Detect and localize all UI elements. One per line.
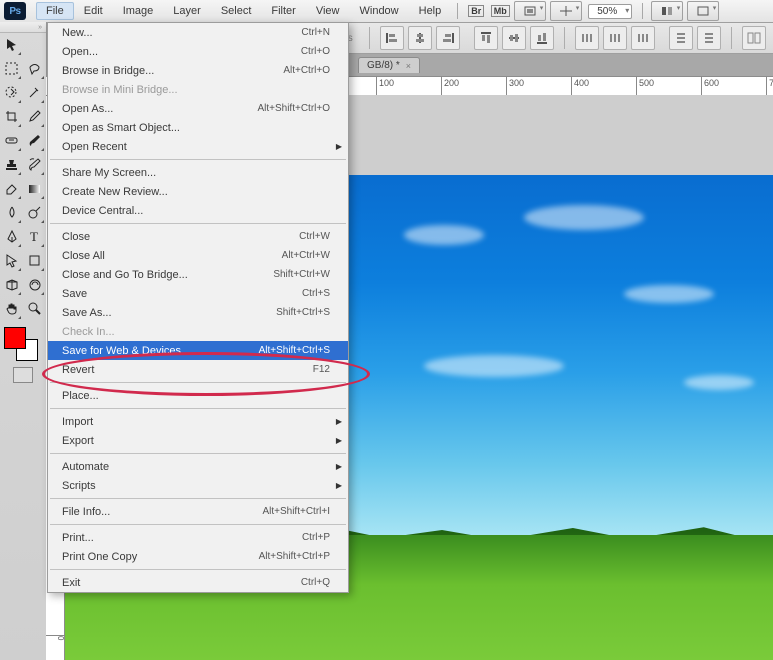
zoom-level[interactable]: 50% <box>588 4 632 19</box>
brush-tool-icon[interactable] <box>23 129 46 153</box>
healing-tool-icon[interactable] <box>0 129 23 153</box>
file-menu-dropdown: New...Ctrl+N Open...Ctrl+O Browse in Bri… <box>47 22 349 593</box>
menu-item-new[interactable]: New...Ctrl+N <box>48 23 348 42</box>
separator <box>642 3 643 19</box>
tools-panel-grip[interactable]: » <box>0 22 46 33</box>
photoshop-window: Ps File Edit Image Layer Select Filter V… <box>0 0 773 660</box>
app-logo: Ps <box>4 2 26 20</box>
color-swatches[interactable] <box>4 327 38 361</box>
close-tab-icon[interactable]: × <box>406 61 411 71</box>
menu-item-save[interactable]: SaveCtrl+S <box>48 284 348 303</box>
align-left-icon[interactable] <box>380 26 404 50</box>
menu-item-save-for-web[interactable]: Save for Web & Devices...Alt+Shift+Ctrl+… <box>48 341 348 360</box>
menu-file[interactable]: File <box>36 2 74 20</box>
menu-item-check-in[interactable]: Check In... <box>48 322 348 341</box>
distribute-top-icon[interactable] <box>669 26 693 50</box>
move-tool-icon[interactable] <box>0 33 23 57</box>
eraser-tool-icon[interactable] <box>0 177 23 201</box>
menu-item-close-all[interactable]: Close AllAlt+Ctrl+W <box>48 246 348 265</box>
menu-item-browse-minibridge[interactable]: Browse in Mini Bridge... <box>48 80 348 99</box>
align-top-icon[interactable] <box>474 26 498 50</box>
menu-item-open-as[interactable]: Open As...Alt+Shift+Ctrl+O <box>48 99 348 118</box>
screenmode-dropdown[interactable] <box>687 1 719 21</box>
align-bottom-icon[interactable] <box>530 26 554 50</box>
align-hcenter-icon[interactable] <box>408 26 432 50</box>
minibridge-icon[interactable]: Mb <box>489 1 511 21</box>
menu-filter[interactable]: Filter <box>261 2 305 20</box>
distribute-vcenter-icon[interactable] <box>697 26 721 50</box>
tools-panel: » T <box>0 22 47 660</box>
shape-tool-icon[interactable] <box>23 249 46 273</box>
menu-layer[interactable]: Layer <box>163 2 211 20</box>
path-select-tool-icon[interactable] <box>0 249 23 273</box>
history-brush-tool-icon[interactable] <box>23 153 46 177</box>
menu-item-print[interactable]: Print...Ctrl+P <box>48 528 348 547</box>
menu-select[interactable]: Select <box>211 2 262 20</box>
magicwand-tool-icon[interactable] <box>23 81 46 105</box>
menu-item-scripts[interactable]: Scripts▶ <box>48 476 348 495</box>
gradient-tool-icon[interactable] <box>23 177 46 201</box>
distribute-hcenter-icon[interactable] <box>603 26 627 50</box>
eyedropper-tool-icon[interactable] <box>23 105 46 129</box>
3dcamera-tool-icon[interactable] <box>23 273 46 297</box>
align-right-icon[interactable] <box>436 26 460 50</box>
separator <box>457 3 458 19</box>
3d-tool-icon[interactable] <box>0 273 23 297</box>
menu-item-print-one[interactable]: Print One CopyAlt+Shift+Ctrl+P <box>48 547 348 566</box>
svg-text:T: T <box>30 229 38 244</box>
menu-item-open-recent[interactable]: Open Recent▶ <box>48 137 348 156</box>
menu-item-place[interactable]: Place... <box>48 386 348 405</box>
menu-item-open-smart[interactable]: Open as Smart Object... <box>48 118 348 137</box>
arrange-docs-dropdown[interactable] <box>651 1 683 21</box>
view-guides-dropdown[interactable] <box>550 1 582 21</box>
menu-image[interactable]: Image <box>113 2 164 20</box>
menu-view[interactable]: View <box>306 2 350 20</box>
blur-tool-icon[interactable] <box>0 201 23 225</box>
quickmask-toggle[interactable] <box>0 367 46 383</box>
auto-align-icon[interactable] <box>742 26 766 50</box>
menu-item-open[interactable]: Open...Ctrl+O <box>48 42 348 61</box>
distribute-left-icon[interactable] <box>575 26 599 50</box>
menu-item-revert[interactable]: RevertF12 <box>48 360 348 379</box>
pen-tool-icon[interactable] <box>0 225 23 249</box>
lasso-tool-icon[interactable] <box>23 57 46 81</box>
menu-item-export[interactable]: Export▶ <box>48 431 348 450</box>
document-tab[interactable]: GB/8) * × <box>358 57 420 73</box>
marquee-tool-icon[interactable] <box>0 57 23 81</box>
dodge-tool-icon[interactable] <box>23 201 46 225</box>
document-tab-label: GB/8) * <box>367 60 400 71</box>
menu-item-new-review[interactable]: Create New Review... <box>48 182 348 201</box>
quickselect-tool-icon[interactable] <box>0 81 23 105</box>
bridge-launch-icon[interactable]: Br <box>465 1 487 21</box>
menu-item-close[interactable]: CloseCtrl+W <box>48 227 348 246</box>
zoom-tool-icon[interactable] <box>23 297 46 321</box>
menu-item-import[interactable]: Import▶ <box>48 412 348 431</box>
menu-item-automate[interactable]: Automate▶ <box>48 457 348 476</box>
menu-item-save-as[interactable]: Save As...Shift+Ctrl+S <box>48 303 348 322</box>
menu-window[interactable]: Window <box>350 2 409 20</box>
menu-item-exit[interactable]: ExitCtrl+Q <box>48 573 348 592</box>
stamp-tool-icon[interactable] <box>0 153 23 177</box>
menu-edit[interactable]: Edit <box>74 2 113 20</box>
menu-item-file-info[interactable]: File Info...Alt+Shift+Ctrl+I <box>48 502 348 521</box>
menu-help[interactable]: Help <box>409 2 452 20</box>
type-tool-icon[interactable]: T <box>23 225 46 249</box>
distribute-right-icon[interactable] <box>631 26 655 50</box>
menu-item-close-bridge[interactable]: Close and Go To Bridge...Shift+Ctrl+W <box>48 265 348 284</box>
menu-item-device-central[interactable]: Device Central... <box>48 201 348 220</box>
menu-item-share-screen[interactable]: Share My Screen... <box>48 163 348 182</box>
foreground-color[interactable] <box>4 327 26 349</box>
view-extras-dropdown[interactable] <box>514 1 546 21</box>
crop-tool-icon[interactable] <box>0 105 23 129</box>
menu-item-browse-bridge[interactable]: Browse in Bridge...Alt+Ctrl+O <box>48 61 348 80</box>
menubar: Ps File Edit Image Layer Select Filter V… <box>0 0 773 23</box>
align-vcenter-icon[interactable] <box>502 26 526 50</box>
hand-tool-icon[interactable] <box>0 297 23 321</box>
